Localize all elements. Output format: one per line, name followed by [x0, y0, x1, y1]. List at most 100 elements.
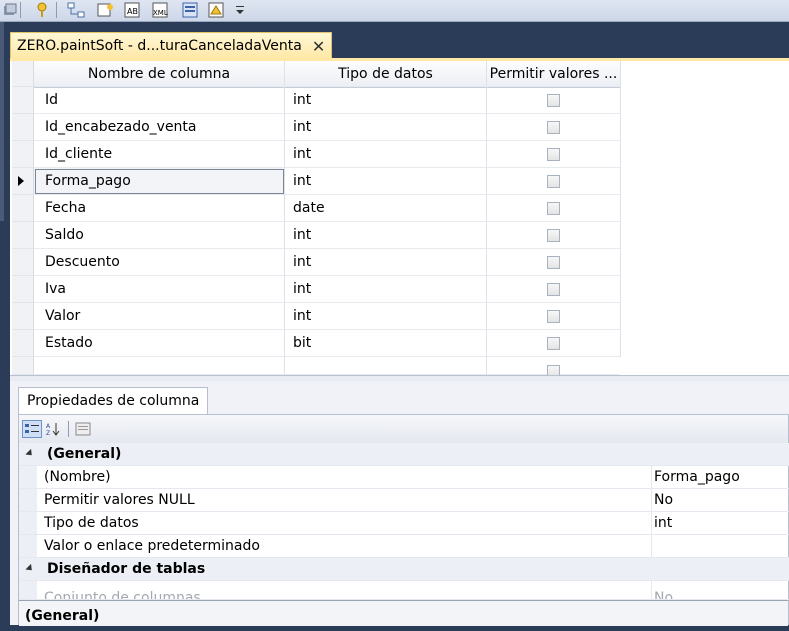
xml-index-icon[interactable]: XML — [151, 1, 171, 19]
data-type-cell[interactable]: date — [285, 195, 487, 222]
tab-column-properties[interactable]: Propiedades de columna — [18, 387, 209, 414]
property-row[interactable]: Tipo de datos int — [19, 512, 789, 535]
categorized-icon[interactable] — [22, 420, 42, 438]
allow-null-cell — [487, 114, 621, 141]
data-type-cell[interactable]: int — [285, 168, 487, 195]
allow-null-checkbox[interactable] — [547, 93, 560, 107]
allow-null-checkbox[interactable] — [547, 365, 560, 375]
column-name-cell[interactable]: Id_cliente — [34, 141, 285, 168]
grid-corner[interactable] — [12, 61, 34, 87]
row-selector[interactable] — [12, 114, 34, 141]
row-selector[interactable] — [12, 222, 34, 249]
property-name: Tipo de datos — [44, 515, 139, 531]
data-type-cell[interactable]: int — [285, 249, 487, 276]
property-row[interactable]: Valor o enlace predeterminado — [19, 535, 789, 558]
property-pages-icon[interactable] — [73, 420, 93, 438]
row-selector[interactable] — [12, 249, 34, 276]
category-table-designer[interactable]: Diseñador de tablas — [19, 558, 789, 581]
window-edge — [0, 21, 4, 221]
table-row[interactable]: Saldo int — [12, 222, 621, 249]
data-type-cell[interactable]: int — [285, 276, 487, 303]
row-gutter — [19, 489, 37, 511]
allow-null-cell — [487, 168, 621, 195]
table-row[interactable]: Id_cliente int — [12, 141, 621, 168]
column-name-cell[interactable]: Estado — [34, 330, 285, 357]
allow-null-checkbox[interactable] — [547, 147, 560, 161]
collapse-icon[interactable] — [25, 448, 35, 459]
property-value[interactable]: No — [654, 489, 673, 512]
column-name-cell[interactable]: Id_encabezado_venta — [34, 114, 285, 141]
header-column-name[interactable]: Nombre de columna — [34, 61, 285, 87]
toolbar-separator — [68, 421, 69, 437]
column-name-cell[interactable]: Iva — [34, 276, 285, 303]
table-row[interactable]: Estado bit — [12, 330, 621, 357]
row-selector[interactable] — [12, 330, 34, 357]
manage-indexes-icon[interactable] — [96, 1, 116, 19]
table-row[interactable]: Id_encabezado_venta int — [12, 114, 621, 141]
close-icon[interactable]: ✕ — [312, 37, 325, 56]
allow-null-checkbox[interactable] — [547, 255, 560, 269]
table-row[interactable]: Iva int — [12, 276, 621, 303]
data-type-cell[interactable]: int — [285, 87, 487, 114]
allow-null-checkbox[interactable] — [547, 201, 560, 215]
column-name-cell[interactable]: Descuento — [34, 249, 285, 276]
data-type-cell[interactable]: int — [285, 222, 487, 249]
row-selector[interactable] — [12, 195, 34, 222]
category-general[interactable]: (General) — [19, 443, 789, 466]
column-name-cell-empty[interactable] — [34, 357, 285, 375]
table-row[interactable]: Id int — [12, 87, 621, 114]
toolbar-overflow-icon[interactable] — [230, 1, 250, 19]
alphabetical-icon[interactable]: AZ — [44, 420, 64, 438]
allow-null-checkbox[interactable] — [547, 309, 560, 323]
row-selector[interactable] — [12, 87, 34, 114]
row-selector[interactable] — [12, 141, 34, 168]
table-row[interactable]: Descuento int — [12, 249, 621, 276]
fulltext-index-icon[interactable]: AB — [123, 1, 143, 19]
new-row[interactable] — [12, 357, 620, 375]
column-divider — [651, 581, 652, 599]
allow-null-checkbox[interactable] — [547, 120, 560, 134]
allow-null-checkbox[interactable] — [547, 228, 560, 242]
property-row[interactable]: Permitir valores NULL No — [19, 489, 789, 512]
column-name-cell[interactable]: Valor — [34, 303, 285, 330]
primary-key-icon[interactable] — [32, 1, 52, 19]
table-row[interactable]: Fecha date — [12, 195, 621, 222]
row-selector[interactable] — [12, 357, 34, 375]
column-name-cell[interactable]: Id — [34, 87, 285, 114]
table-row[interactable]: Valor int — [12, 303, 621, 330]
spatial-index-icon[interactable] — [207, 1, 227, 19]
document-tab[interactable]: ZERO.paintSoft - d...turaCanceladaVenta … — [10, 32, 333, 59]
allow-null-checkbox[interactable] — [547, 174, 560, 188]
property-row-partial[interactable]: Conjunto de columnas No — [19, 581, 789, 600]
table-row-selected[interactable]: Forma_pago int — [12, 168, 621, 195]
data-type-cell[interactable]: int — [285, 114, 487, 141]
toolbar-icon-1[interactable] — [0, 1, 20, 19]
column-name-cell[interactable]: Fecha — [34, 195, 285, 222]
header-data-type[interactable]: Tipo de datos — [285, 61, 487, 87]
property-value[interactable]: int — [654, 512, 672, 535]
property-value[interactable]: No — [654, 587, 673, 599]
row-selector[interactable] — [12, 303, 34, 330]
table-designer: Nombre de columna Tipo de datos Permitir… — [10, 61, 789, 626]
column-divider — [651, 535, 652, 557]
row-selector[interactable] — [12, 168, 34, 195]
column-name-cell[interactable]: Saldo — [34, 222, 285, 249]
data-type-cell[interactable]: int — [285, 141, 487, 168]
column-properties-panel: Propiedades de columna AZ (General) (Nom… — [10, 381, 789, 626]
relationships-icon[interactable] — [66, 1, 86, 19]
data-type-cell-empty[interactable] — [285, 357, 487, 375]
row-selector[interactable] — [12, 276, 34, 303]
data-type-cell[interactable]: int — [285, 303, 487, 330]
property-row[interactable]: (Nombre) Forma_pago — [19, 466, 789, 489]
data-type-cell[interactable]: bit — [285, 330, 487, 357]
check-constraints-icon[interactable] — [180, 1, 200, 19]
allow-null-cell — [487, 141, 621, 168]
property-value[interactable]: Forma_pago — [654, 466, 740, 489]
header-allow-nulls[interactable]: Permitir valores ... — [487, 61, 621, 87]
svg-text:Z: Z — [46, 430, 50, 436]
column-name-cell[interactable]: Forma_pago — [34, 168, 285, 195]
allow-null-checkbox[interactable] — [547, 336, 560, 350]
toolbar: AB XML — [0, 0, 789, 22]
allow-null-checkbox[interactable] — [547, 282, 560, 296]
collapse-icon[interactable] — [25, 563, 35, 574]
